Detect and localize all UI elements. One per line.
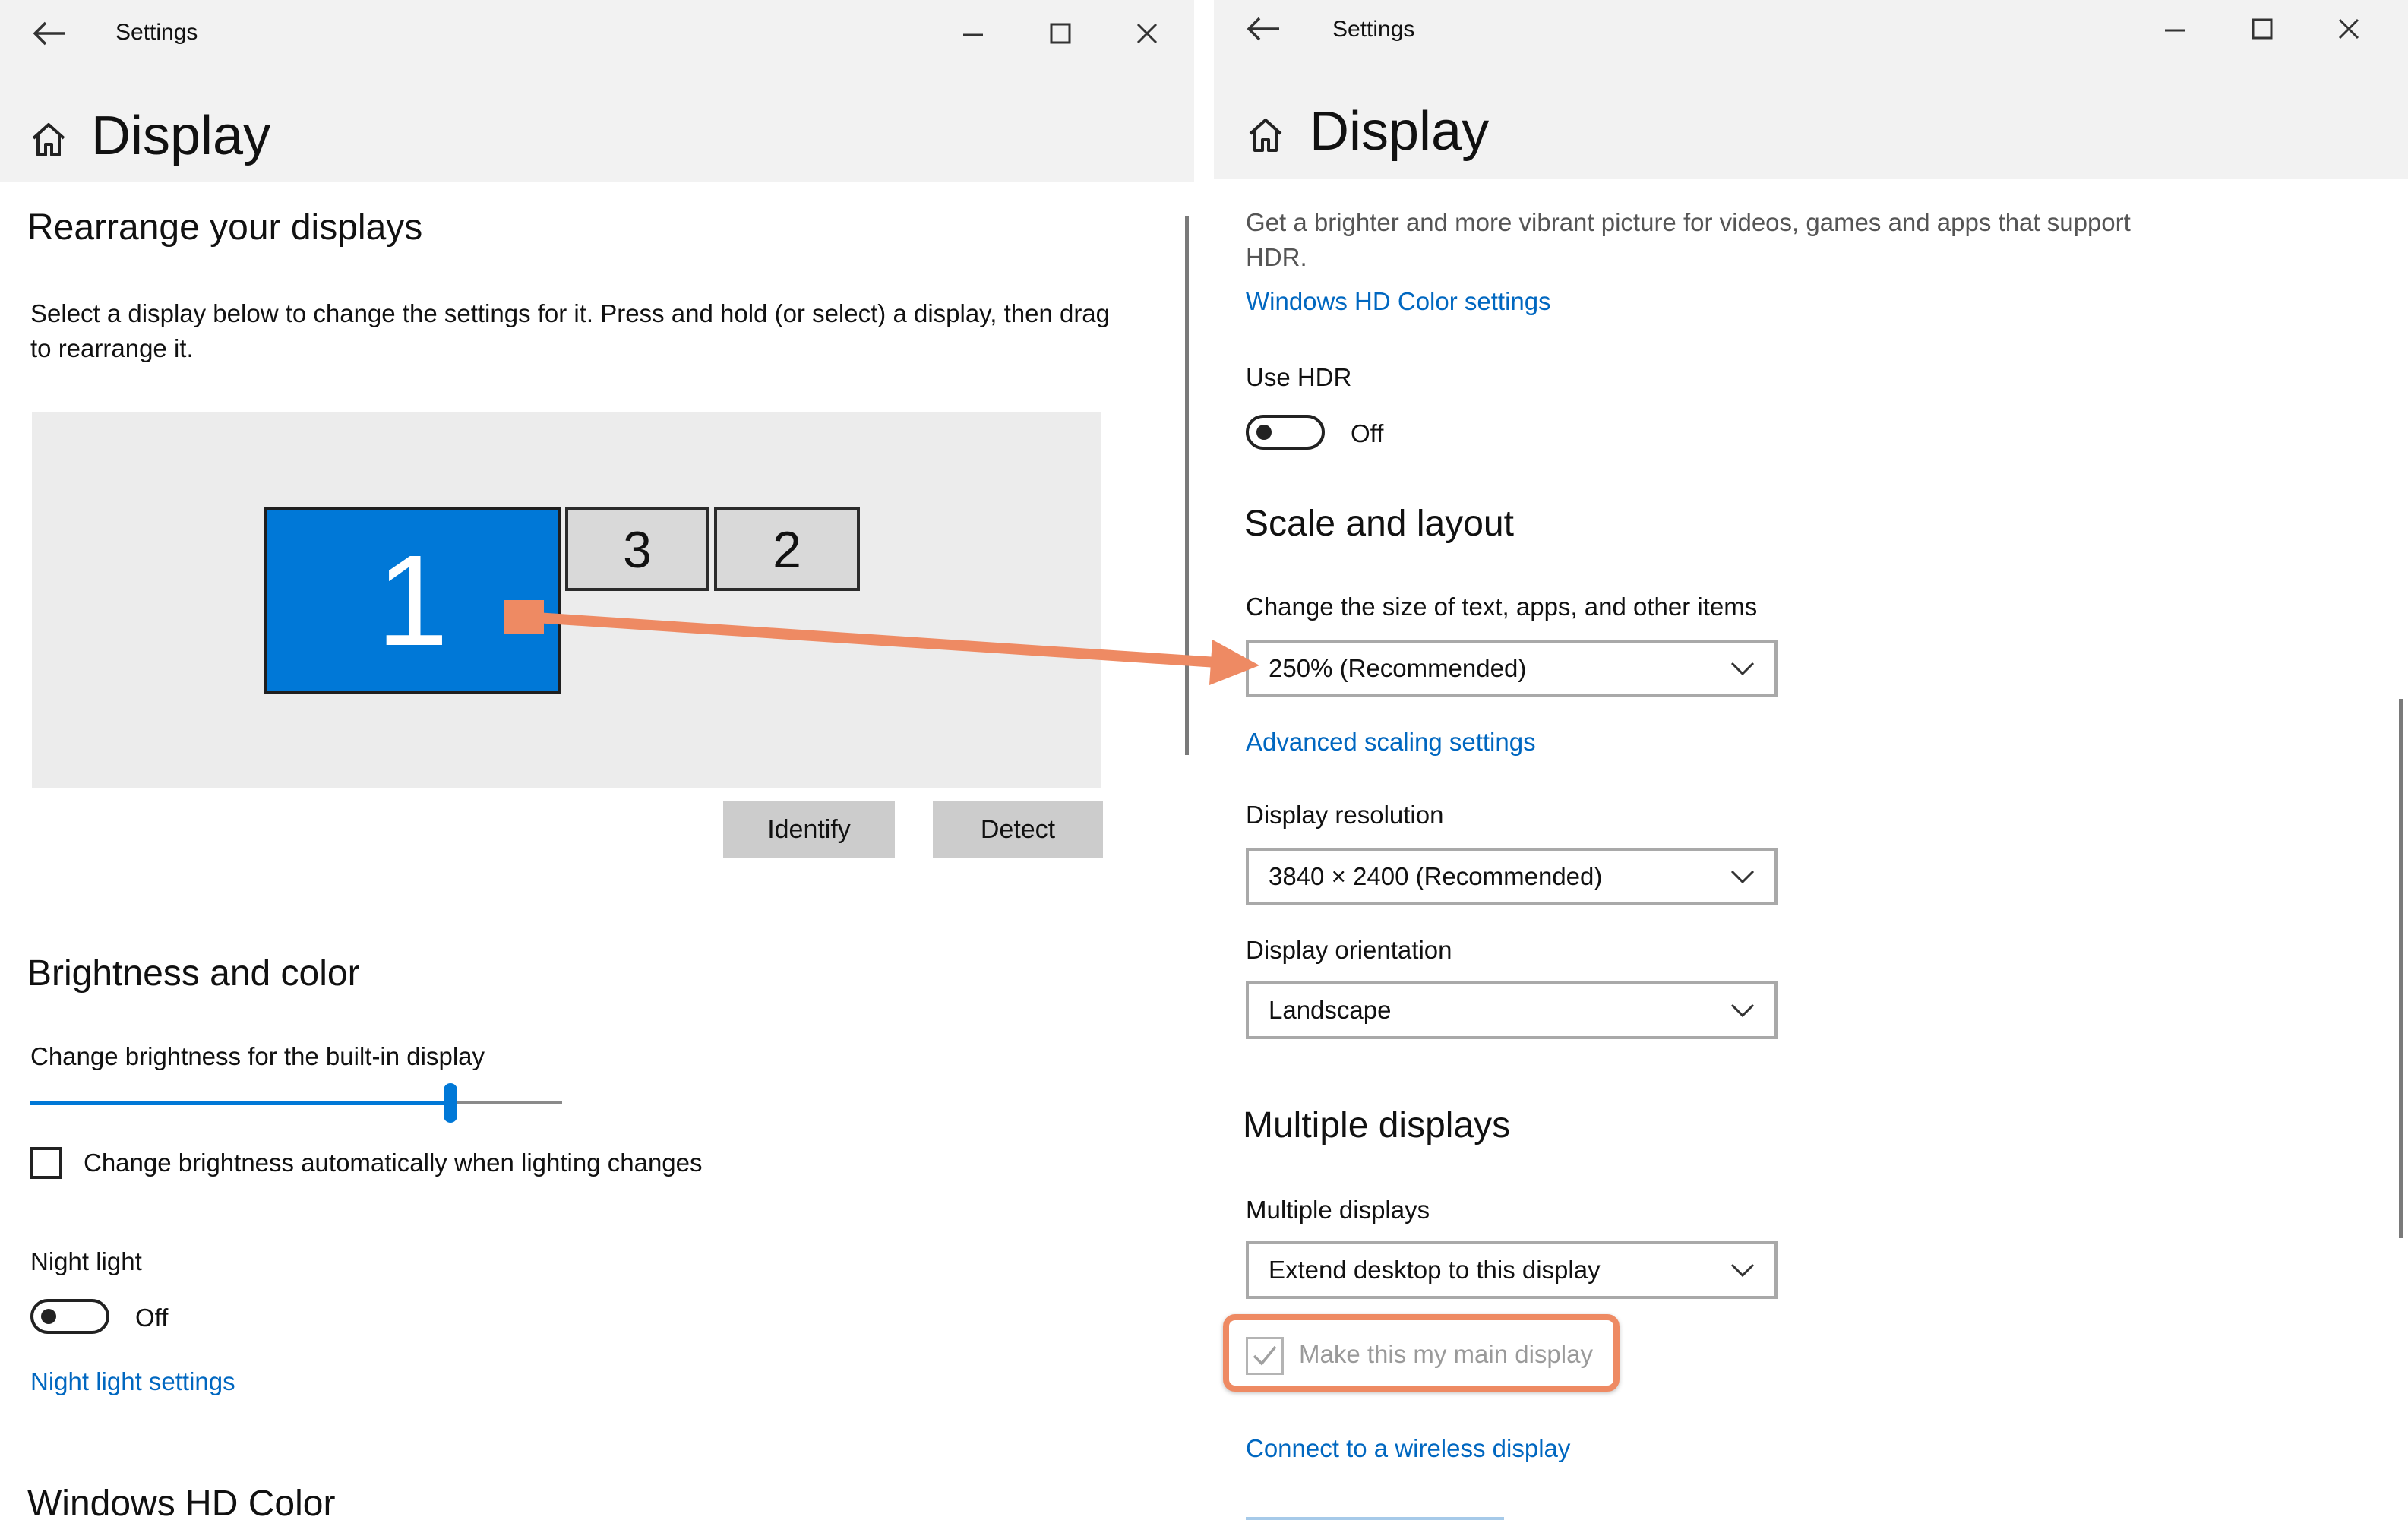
annotation-arrow — [504, 600, 1259, 685]
